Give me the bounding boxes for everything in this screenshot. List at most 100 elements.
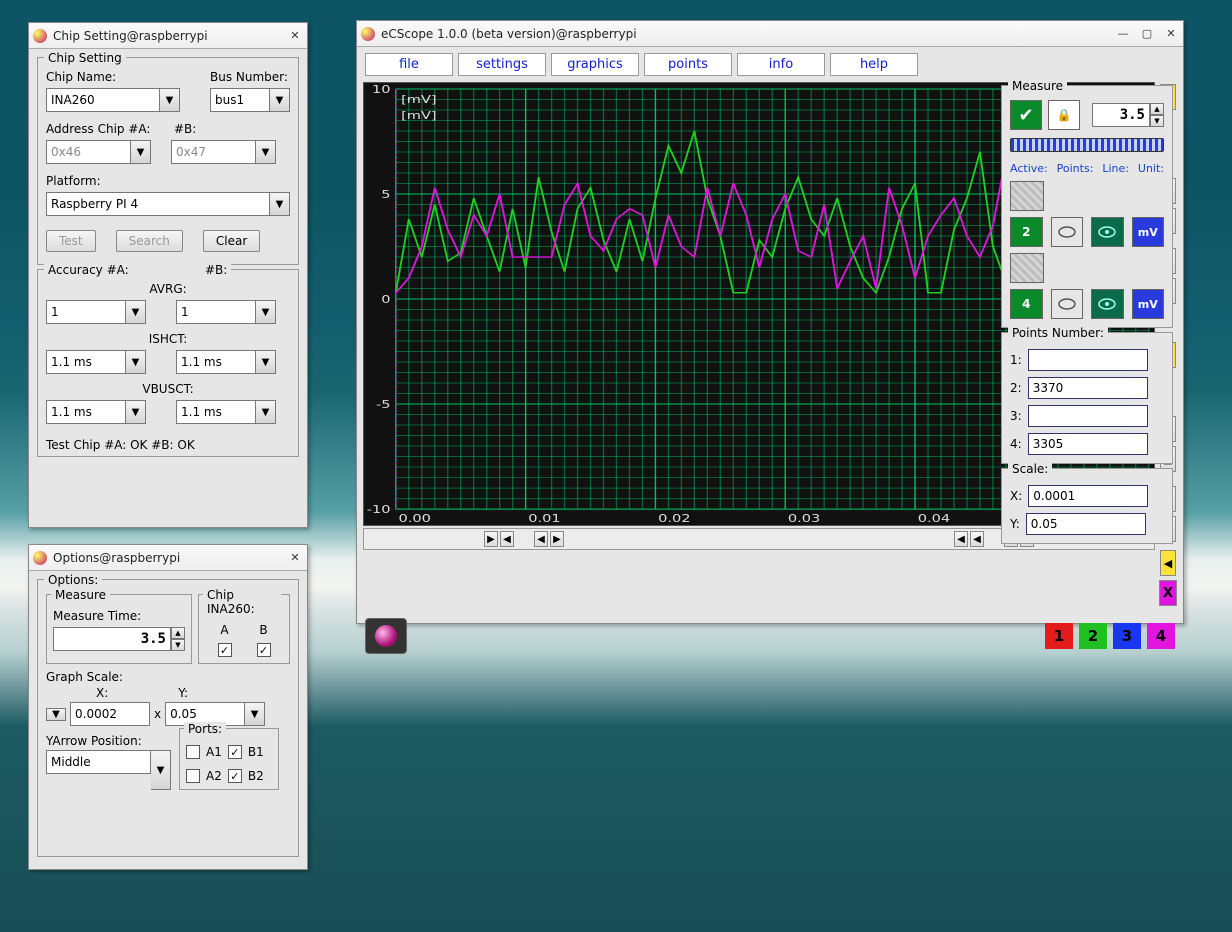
chevron-down-icon[interactable]: ▼ xyxy=(245,702,265,726)
yarrow-value: Middle xyxy=(51,755,91,769)
scale-group: Scale: X: Y: xyxy=(1001,468,1173,544)
channel-4-button[interactable]: 4 xyxy=(1147,623,1175,649)
menu-graphics[interactable]: graphics xyxy=(551,53,639,76)
arrow-left-icon[interactable]: ◀ xyxy=(534,531,548,547)
chevron-down-icon[interactable]: ▼ xyxy=(256,300,276,324)
arrow-left-icon[interactable]: ◀ xyxy=(970,531,984,547)
yarrow-select[interactable]: Middle ▼ xyxy=(46,750,171,790)
measure-spin-value[interactable] xyxy=(1092,103,1150,127)
run-button[interactable] xyxy=(365,618,407,654)
chevron-down-icon[interactable]: ▼ xyxy=(270,88,290,112)
spin-up-icon[interactable]: ▲ xyxy=(1150,103,1164,115)
chevron-down-icon[interactable]: ▼ xyxy=(270,192,290,216)
ishct-a-select[interactable]: 1.1 ms▼ xyxy=(46,350,146,374)
addr-b-select[interactable]: 0x47▼ xyxy=(171,140,276,164)
ch4-unit-button[interactable]: mV xyxy=(1132,289,1165,319)
avrg-b-select[interactable]: 1▼ xyxy=(176,300,276,324)
spin-down-icon[interactable]: ▼ xyxy=(171,639,185,651)
p2-input[interactable] xyxy=(1028,377,1148,399)
port-a2-check[interactable] xyxy=(186,769,200,783)
channel-1-button[interactable]: 1 xyxy=(1045,623,1073,649)
chevron-down-icon[interactable]: ▼ xyxy=(256,140,276,164)
measure-time-input[interactable]: ▲▼ xyxy=(53,627,185,651)
p3-input[interactable] xyxy=(1028,405,1148,427)
chip-b-check[interactable] xyxy=(257,643,271,657)
chevron-down-icon[interactable]: ▼ xyxy=(126,300,146,324)
maximize-icon[interactable]: ▢ xyxy=(1139,27,1155,41)
marker-bot-icon[interactable]: ◀ xyxy=(1160,550,1176,576)
chevron-down-icon[interactable]: ▼ xyxy=(126,350,146,374)
p1-input[interactable] xyxy=(1028,349,1148,371)
chevron-down-icon[interactable]: ▼ xyxy=(160,88,180,112)
spin-up-icon[interactable]: ▲ xyxy=(171,627,185,639)
scale-x-input[interactable] xyxy=(70,702,150,726)
minimize-icon[interactable]: — xyxy=(1115,27,1131,41)
arrow-left-icon[interactable]: ◀ xyxy=(954,531,968,547)
chevron-down-icon[interactable]: ▼ xyxy=(46,708,66,721)
sx-input[interactable] xyxy=(1028,485,1148,507)
vbusct-a-select[interactable]: 1.1 ms▼ xyxy=(46,400,146,424)
ch4-line-button[interactable] xyxy=(1091,289,1124,319)
options-titlebar[interactable]: Options@raspberrypi ✕ xyxy=(29,545,307,571)
menu-info[interactable]: info xyxy=(737,53,825,76)
channel-2-button[interactable]: 2 xyxy=(1079,623,1107,649)
avrg-a-select[interactable]: 1▼ xyxy=(46,300,146,324)
svg-text:[mV]: [mV] xyxy=(401,109,437,122)
close-icon[interactable]: ✕ xyxy=(287,551,303,565)
arrow-left-icon[interactable]: ◀ xyxy=(500,531,514,547)
menu-help[interactable]: help xyxy=(830,53,918,76)
chip-a-check[interactable] xyxy=(218,643,232,657)
ch2-active-button[interactable]: 2 xyxy=(1010,217,1043,247)
chip-name-select[interactable]: INA260 ▼ xyxy=(46,88,180,112)
vbusct-b-select[interactable]: 1.1 ms▼ xyxy=(176,400,276,424)
addr-a-select[interactable]: 0x46▼ xyxy=(46,140,151,164)
x-close-button[interactable]: X xyxy=(1159,580,1177,606)
sy-input[interactable] xyxy=(1026,513,1146,535)
close-icon[interactable]: ✕ xyxy=(1163,27,1179,41)
p2-label: 2: xyxy=(1010,381,1022,395)
bus-select[interactable]: bus1▼ xyxy=(210,88,290,112)
chevron-down-icon[interactable]: ▼ xyxy=(131,140,151,164)
graph-scale-label: Graph Scale: xyxy=(46,670,290,684)
measure-spin[interactable]: ▲▼ xyxy=(1092,103,1164,127)
accuracy-group: Accuracy #A: #B: AVRG: 1▼ 1▼ ISHCT: 1.1 … xyxy=(37,269,299,457)
ch4-points-button[interactable] xyxy=(1051,289,1084,319)
channel-3-button[interactable]: 3 xyxy=(1113,623,1141,649)
ch2-points-button[interactable] xyxy=(1051,217,1084,247)
ishct-b-select[interactable]: 1.1 ms▼ xyxy=(176,350,276,374)
port-b2-check[interactable] xyxy=(228,769,242,783)
chevron-down-icon[interactable]: ▼ xyxy=(256,350,276,374)
check-icon[interactable]: ✔ xyxy=(1010,100,1042,130)
chevron-down-icon[interactable]: ▼ xyxy=(126,400,146,424)
chevron-down-icon[interactable]: ▼ xyxy=(256,400,276,424)
options-title: Options@raspberrypi xyxy=(53,551,287,565)
close-icon[interactable]: ✕ xyxy=(287,29,303,43)
platform-select[interactable]: Raspberry PI 4▼ xyxy=(46,192,290,216)
ch3-active-button[interactable] xyxy=(1010,253,1044,283)
arrow-right-icon[interactable]: ▶ xyxy=(550,531,564,547)
clear-button[interactable]: Clear xyxy=(203,230,260,252)
scope-titlebar[interactable]: eCScope 1.0.0 (beta version)@raspberrypi… xyxy=(357,21,1183,47)
menu-points[interactable]: points xyxy=(644,53,732,76)
scale-y-value: 0.05 xyxy=(170,707,197,721)
menu-settings[interactable]: settings xyxy=(458,53,546,76)
arrow-right-icon[interactable]: ▶ xyxy=(484,531,498,547)
ch4-active-button[interactable]: 4 xyxy=(1010,289,1043,319)
chevron-down-icon[interactable]: ▼ xyxy=(151,750,171,790)
ch2-unit-button[interactable]: mV xyxy=(1132,217,1165,247)
ports-legend: Ports: xyxy=(184,722,226,736)
chip-titlebar[interactable]: Chip Setting@raspberrypi ✕ xyxy=(29,23,307,49)
test-button[interactable]: Test xyxy=(46,230,96,252)
menu-file[interactable]: file xyxy=(365,53,453,76)
port-a1-check[interactable] xyxy=(186,745,200,759)
p4-input[interactable] xyxy=(1028,433,1148,455)
chip-name-value: INA260 xyxy=(51,93,95,107)
port-b1-check[interactable] xyxy=(228,745,242,759)
search-button[interactable]: Search xyxy=(116,230,183,252)
ch2-line-button[interactable] xyxy=(1091,217,1124,247)
ch1-active-button[interactable] xyxy=(1010,181,1044,211)
spin-down-icon[interactable]: ▼ xyxy=(1150,115,1164,127)
measure-time-value[interactable] xyxy=(53,627,171,651)
lock-icon[interactable]: 🔒 xyxy=(1048,100,1080,130)
xscale-left[interactable]: ▼ xyxy=(46,708,66,721)
